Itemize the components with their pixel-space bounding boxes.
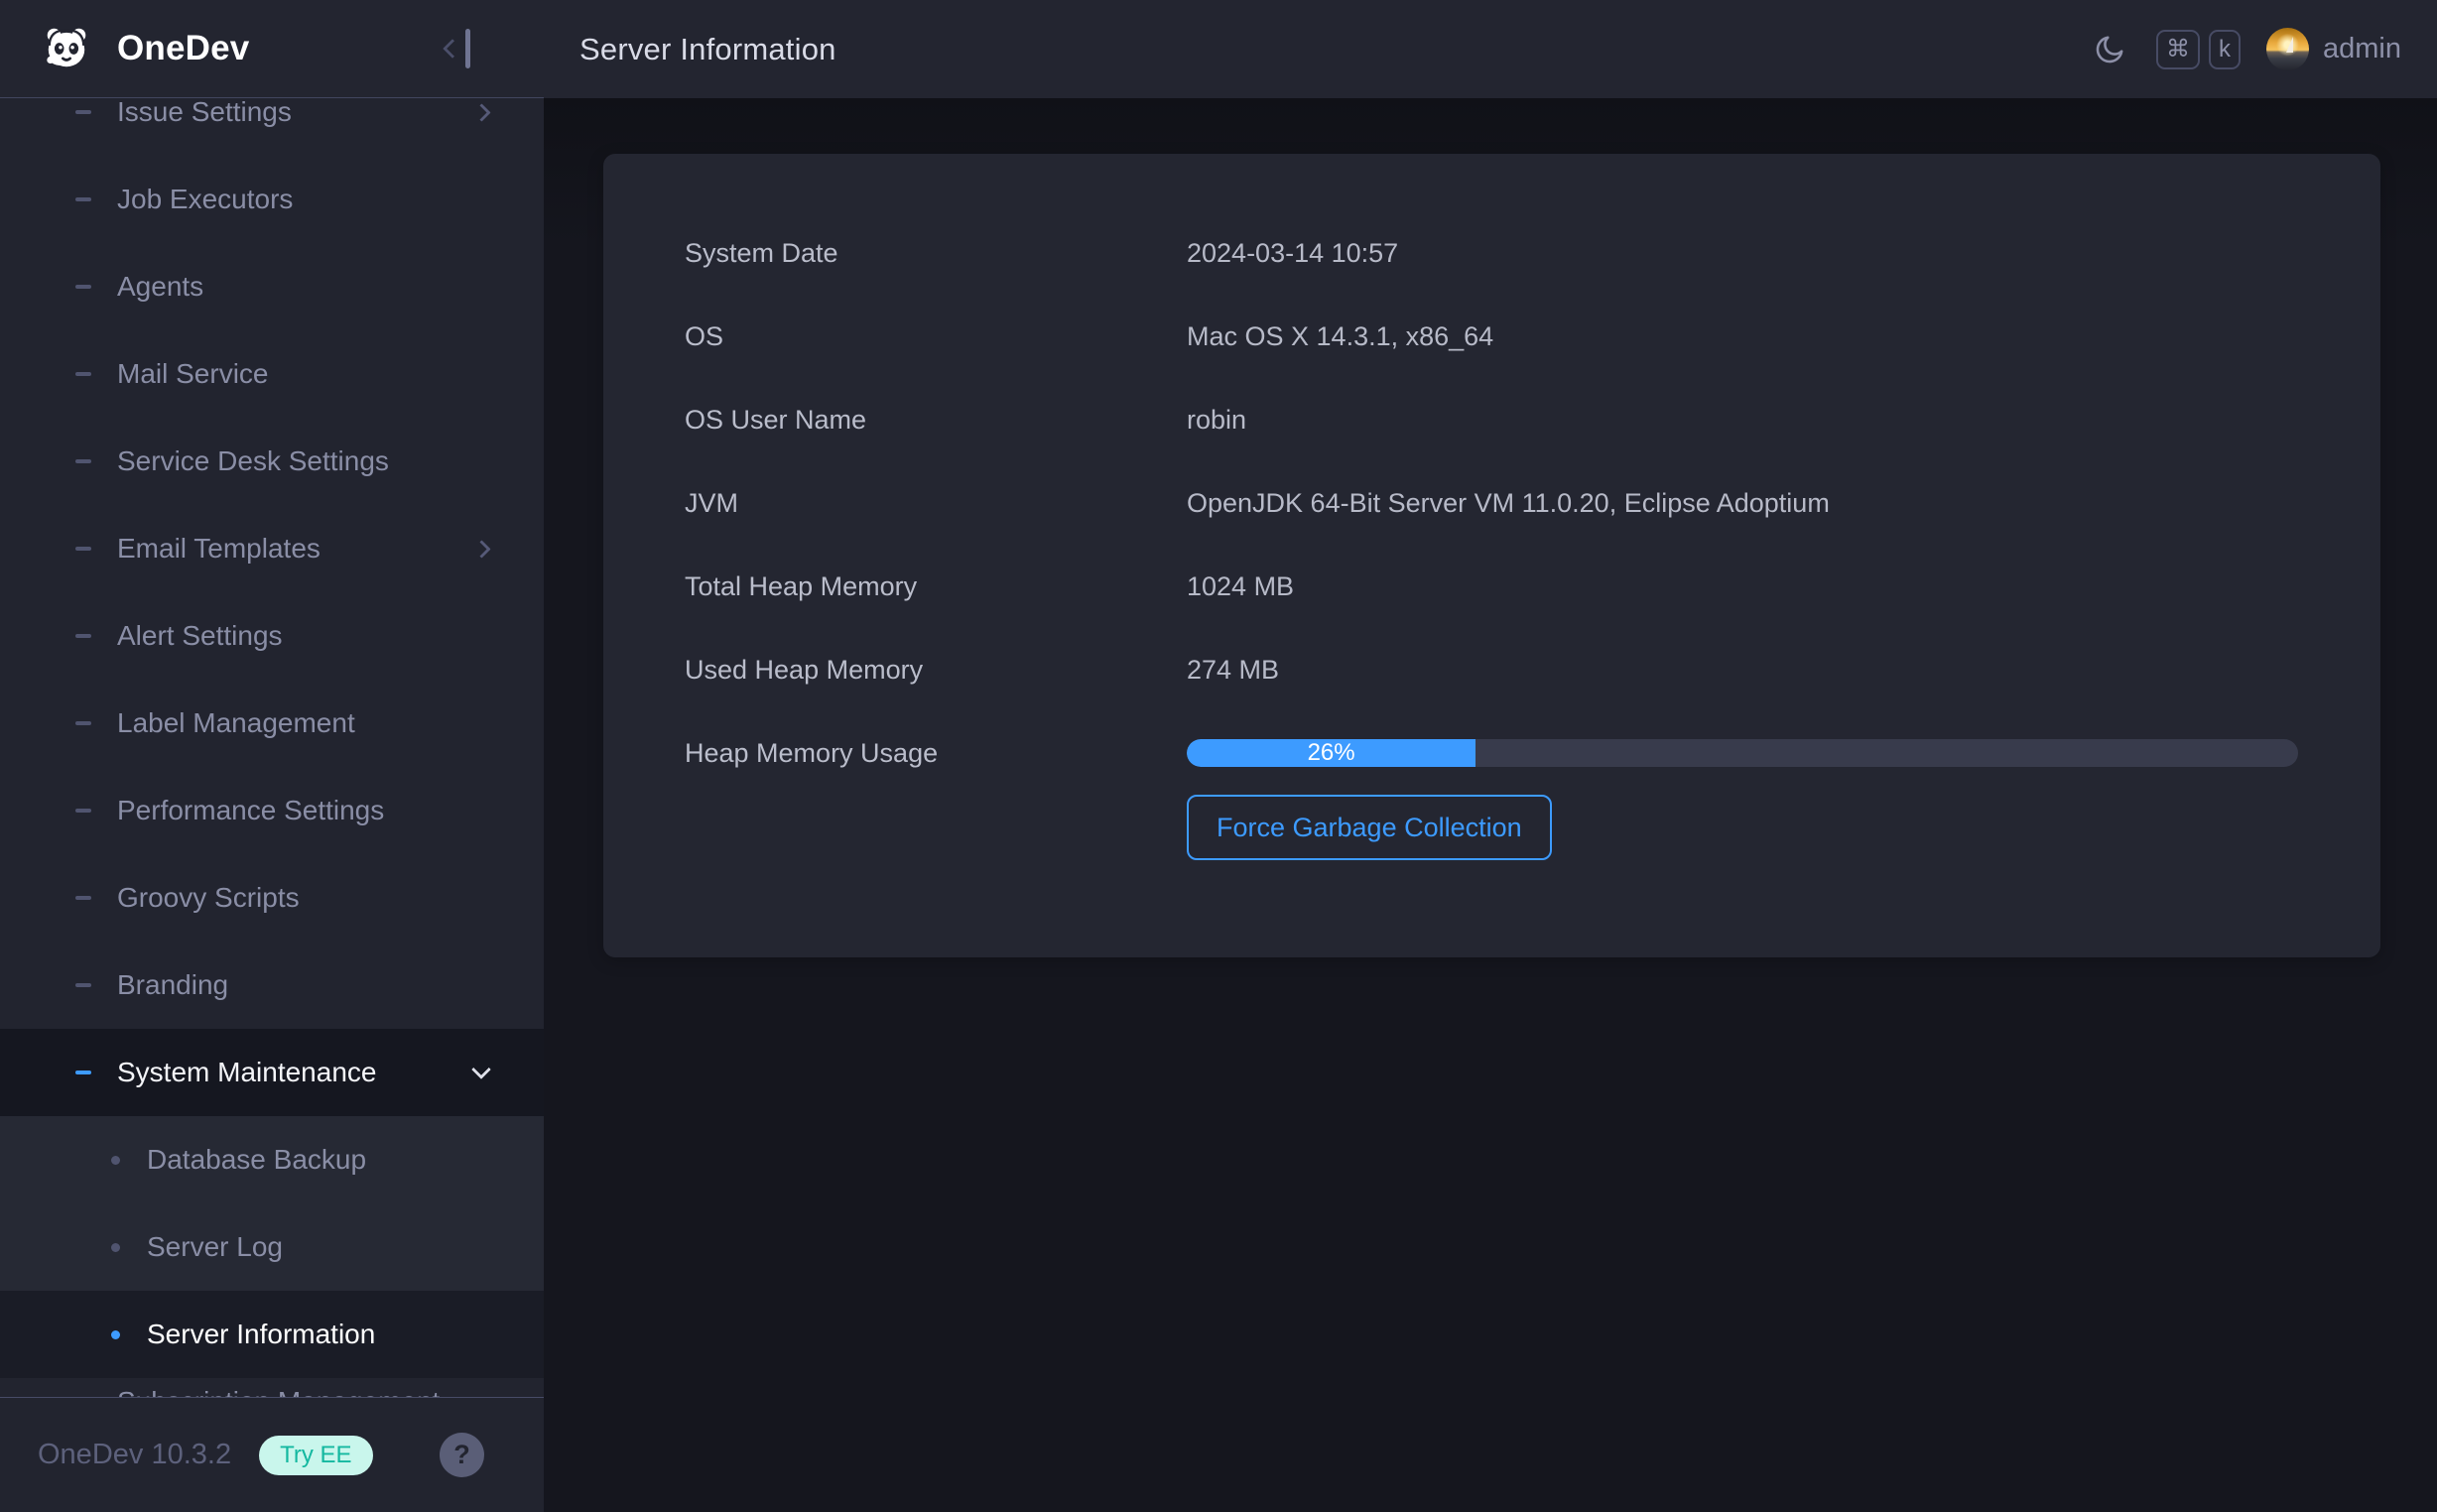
sidebar-item-job-executors[interactable]: Job Executors (0, 156, 544, 243)
sidebar-item-agents[interactable]: Agents (0, 243, 544, 330)
heap-usage-label: Heap Memory Usage (685, 738, 1187, 769)
cmd-key-badge[interactable]: ⌘ (2156, 30, 2200, 69)
version-label: OneDev 10.3.2 (38, 1439, 231, 1471)
dash-icon (75, 634, 91, 638)
sidebar-item-label-management[interactable]: Label Management (0, 680, 544, 767)
info-row: OS User Name robin (603, 378, 2380, 461)
info-label: Used Heap Memory (685, 655, 1187, 686)
dash-icon (75, 983, 91, 987)
info-value: 1024 MB (1187, 571, 1294, 602)
question-mark-icon (440, 1433, 484, 1477)
sidebar-item-system-maintenance[interactable]: System Maintenance (0, 1029, 544, 1116)
dash-icon (75, 197, 91, 201)
info-row: System Date 2024-03-14 10:57 (603, 211, 2380, 295)
force-gc-button[interactable]: Force Garbage Collection (1187, 795, 1552, 860)
heap-usage-percent: 26% (1308, 739, 1355, 767)
moon-icon (2093, 33, 2126, 66)
username: admin (2323, 33, 2401, 65)
help-button[interactable] (440, 1433, 484, 1477)
info-value: 2024-03-14 10:57 (1187, 238, 1398, 269)
dash-icon (75, 285, 91, 289)
dash-icon (75, 896, 91, 900)
dash-icon (75, 372, 91, 376)
bullet-icon (111, 1330, 120, 1339)
dash-icon (75, 110, 91, 114)
sidebar-item-email-templates[interactable]: Email Templates (0, 505, 544, 592)
k-key-badge[interactable]: k (2209, 30, 2241, 69)
sidebar-item-performance-settings[interactable]: Performance Settings (0, 767, 544, 854)
info-row: Used Heap Memory 274 MB (603, 628, 2380, 711)
sidebar-item-alert-settings[interactable]: Alert Settings (0, 592, 544, 680)
user-menu[interactable]: admin (2266, 28, 2401, 70)
heap-usage-fill: 26% (1187, 739, 1475, 767)
server-info-card: System Date 2024-03-14 10:57 OS Mac OS X… (603, 154, 2380, 957)
dash-icon (75, 459, 91, 463)
info-label: JVM (685, 488, 1187, 519)
bullet-icon (111, 1243, 120, 1252)
try-ee-badge[interactable]: Try EE (259, 1436, 372, 1475)
chevron-down-icon (471, 1060, 491, 1079)
app-name: OneDev (117, 29, 249, 68)
sidebar-header: OneDev (0, 0, 544, 98)
info-label: System Date (685, 238, 1187, 269)
sidebar-item-issue-settings[interactable]: Issue Settings (0, 98, 544, 156)
info-value: Mac OS X 14.3.1, x86_64 (1187, 321, 1493, 352)
collapse-sidebar-button[interactable] (446, 29, 470, 68)
info-label: OS (685, 321, 1187, 352)
info-value: 274 MB (1187, 655, 1279, 686)
heap-usage-progressbar: 26% (1187, 739, 2298, 767)
dash-icon (75, 547, 91, 551)
sidebar-subitem-server-log[interactable]: Server Log (0, 1203, 544, 1291)
sidebar-item-mail-service[interactable]: Mail Service (0, 330, 544, 418)
dash-icon (75, 809, 91, 813)
dash-icon (75, 1071, 91, 1074)
app-window: OneDev Issue Settings Job Executors Agen… (0, 0, 2437, 1512)
main-content: System Date 2024-03-14 10:57 OS Mac OS X… (544, 98, 2437, 1512)
info-label: Total Heap Memory (685, 571, 1187, 602)
dash-icon (75, 721, 91, 725)
info-label: OS User Name (685, 405, 1187, 436)
sidebar: OneDev Issue Settings Job Executors Agen… (0, 0, 544, 1512)
info-row: JVM OpenJDK 64-Bit Server VM 11.0.20, Ec… (603, 461, 2380, 545)
onedev-logo-icon (42, 24, 91, 73)
info-value: OpenJDK 64-Bit Server VM 11.0.20, Eclips… (1187, 488, 1830, 519)
gc-button-row: Force Garbage Collection (603, 795, 2380, 860)
sidebar-menu: Issue Settings Job Executors Agents Mail… (0, 98, 544, 1397)
info-row: Total Heap Memory 1024 MB (603, 545, 2380, 628)
sidebar-item-subscription-management[interactable]: Subscription Management (0, 1358, 544, 1397)
sidebar-item-service-desk-settings[interactable]: Service Desk Settings (0, 418, 544, 505)
avatar (2266, 28, 2309, 70)
sidebar-subitem-database-backup[interactable]: Database Backup (0, 1116, 544, 1203)
chevron-left-icon (443, 39, 462, 59)
info-value: robin (1187, 405, 1246, 436)
topbar-actions: ⌘ k admin (2093, 28, 2401, 70)
bullet-icon (111, 1156, 120, 1165)
collapse-bar-icon (465, 29, 470, 68)
dark-mode-toggle[interactable] (2093, 33, 2126, 66)
sidebar-footer: OneDev 10.3.2 Try EE (0, 1397, 544, 1512)
chevron-right-icon (472, 540, 490, 558)
chevron-right-icon (472, 103, 490, 121)
sidebar-item-groovy-scripts[interactable]: Groovy Scripts (0, 854, 544, 942)
heap-usage-row: Heap Memory Usage 26% (603, 711, 2380, 795)
sidebar-item-branding[interactable]: Branding (0, 942, 544, 1029)
page-title: Server Information (579, 32, 836, 67)
topbar: Server Information ⌘ k admin (544, 0, 2437, 98)
info-row: OS Mac OS X 14.3.1, x86_64 (603, 295, 2380, 378)
